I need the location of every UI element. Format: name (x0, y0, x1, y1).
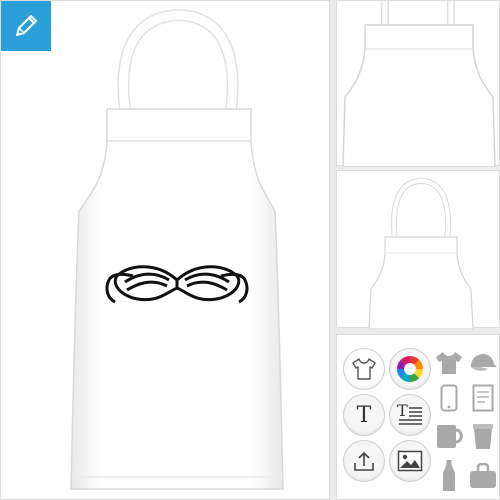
bottle-product-icon (443, 460, 455, 491)
choose-product-button[interactable] (343, 348, 385, 390)
tshirt-product-icon (436, 352, 462, 374)
add-text-block-button[interactable]: T (389, 394, 431, 436)
choose-color-button[interactable] (389, 348, 431, 390)
main-product-preview (0, 0, 330, 500)
cup-product-icon (473, 424, 493, 449)
apron-body (70, 108, 284, 490)
product-notebook[interactable] (467, 381, 499, 415)
product-mug[interactable] (433, 419, 465, 453)
product-bag[interactable] (467, 457, 499, 495)
phone-case-product-icon (440, 384, 458, 412)
color-wheel-center (404, 363, 416, 375)
apron-full-image (368, 177, 474, 330)
thumbnail-apron-closeup[interactable] (336, 0, 500, 168)
tshirt-icon (352, 358, 376, 380)
upload-image-button[interactable] (343, 440, 385, 482)
tools-panel: T T (336, 334, 500, 500)
notebook-product-icon (472, 384, 494, 412)
text-block-icon: T (397, 401, 423, 427)
bag-product-icon (470, 463, 496, 488)
product-cap[interactable] (467, 347, 499, 379)
cap-product-icon (471, 354, 497, 371)
designer-root: T T (0, 0, 500, 500)
upload-icon (354, 451, 374, 471)
image-icon (397, 450, 423, 472)
product-phone-case[interactable] (433, 381, 465, 415)
product-cup[interactable] (467, 419, 499, 453)
add-text-button[interactable]: T (343, 394, 385, 436)
product-tshirt[interactable] (433, 347, 465, 379)
apron-closeup-image (342, 1, 496, 168)
thumbnail-apron-full[interactable] (336, 170, 500, 330)
apron-preview[interactable] (1, 1, 331, 500)
product-bottle[interactable] (433, 457, 465, 495)
add-image-button[interactable] (389, 440, 431, 482)
mug-product-icon (437, 425, 463, 448)
text-icon: T (356, 402, 372, 428)
color-wheel-icon (397, 356, 423, 382)
apron-neck-strap (117, 8, 239, 115)
